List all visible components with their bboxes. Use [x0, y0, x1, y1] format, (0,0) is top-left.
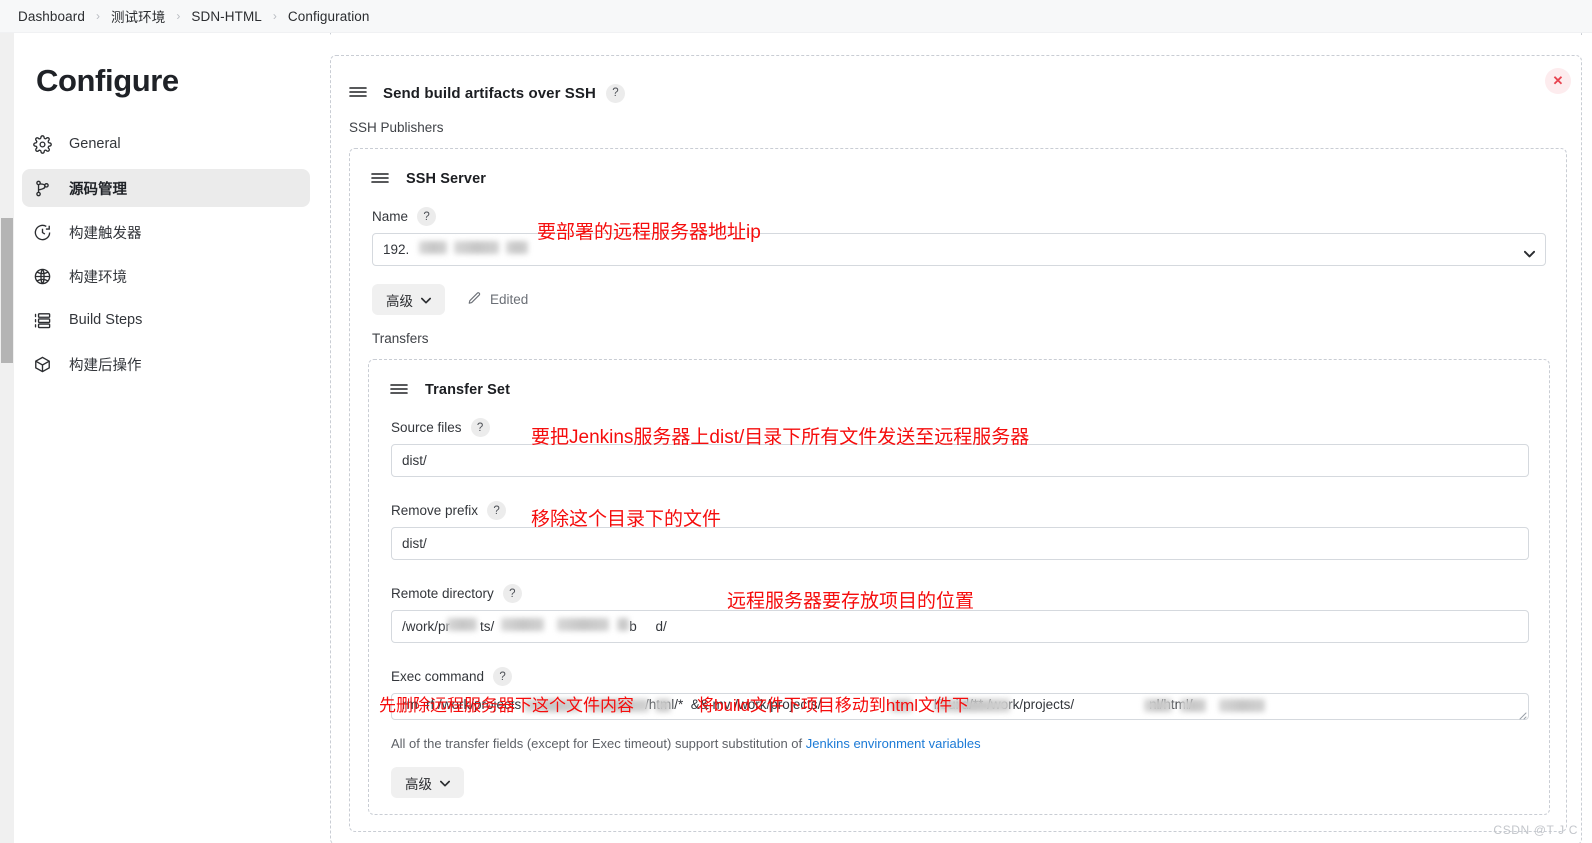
- breadcrumb-separator: ›: [272, 9, 277, 23]
- sidebar-item-label: 构建后操作: [69, 357, 142, 374]
- help-icon[interactable]: ?: [470, 418, 490, 437]
- edited-label: Edited: [490, 292, 529, 307]
- breadcrumb-separator: ›: [176, 9, 181, 23]
- sidebar-item-general[interactable]: General: [22, 125, 310, 163]
- advanced-button[interactable]: 高级: [372, 284, 445, 315]
- breadcrumb-separator: ›: [95, 9, 100, 23]
- sidebar-item-label: 构建触发器: [69, 225, 142, 242]
- transfer-help-text: All of the transfer fields (except for E…: [391, 736, 1549, 751]
- edited-indicator[interactable]: Edited: [467, 291, 528, 309]
- advanced-button-label: 高级: [405, 776, 432, 792]
- source-files-label-row: Source files ?: [391, 418, 1529, 437]
- sidebar-item-label: 构建环境: [69, 269, 127, 286]
- ssh-server-title: SSH Server: [406, 171, 486, 187]
- globe-icon: [33, 265, 59, 287]
- package-icon: [33, 353, 59, 375]
- breadcrumb: Dashboard › 测试环境 › SDN-HTML › Configurat…: [0, 0, 1592, 33]
- list-steps-icon: [33, 309, 59, 331]
- remove-prefix-field-block: Remove prefix ?: [391, 501, 1529, 560]
- watermark: CSDN @T J C: [1493, 823, 1578, 837]
- jenkins-env-vars-link[interactable]: Jenkins environment variables: [806, 736, 981, 751]
- breadcrumb-item-job[interactable]: SDN-HTML: [191, 9, 262, 24]
- main-content: ✕ Send build artifacts over SSH ? SSH Pu…: [324, 33, 1592, 843]
- remove-prefix-input[interactable]: [391, 527, 1529, 560]
- transfer-set-title: Transfer Set: [425, 382, 511, 398]
- name-field-block: Name ? 192.: [372, 207, 1546, 266]
- ssh-server-name-select[interactable]: 192.: [372, 233, 1546, 266]
- help-icon[interactable]: ?: [487, 501, 507, 520]
- remote-directory-field-block: Remote directory ?: [391, 584, 1529, 643]
- sidebar-item-label: General: [69, 136, 121, 152]
- exec-command-label-row: Exec command ?: [391, 667, 1529, 686]
- remove-prefix-label-row: Remove prefix ?: [391, 501, 1529, 520]
- name-label: Name: [372, 209, 409, 224]
- sidebar-item-label: 源码管理: [69, 181, 127, 198]
- previous-panel-edge: [330, 33, 1582, 35]
- page-title: Configure: [36, 63, 179, 98]
- advanced-button-label: 高级: [386, 293, 413, 309]
- close-icon[interactable]: ✕: [1545, 68, 1571, 94]
- breadcrumb-item-configuration[interactable]: Configuration: [288, 9, 370, 24]
- ssh-server-actions: 高级 Edited: [372, 284, 1566, 315]
- transfers-label: Transfers: [372, 331, 429, 346]
- remote-directory-input[interactable]: [391, 610, 1529, 643]
- source-files-input[interactable]: [391, 444, 1529, 477]
- breadcrumb-item-dashboard[interactable]: Dashboard: [18, 9, 85, 24]
- page-scrollbar[interactable]: [0, 33, 14, 843]
- help-icon[interactable]: ?: [417, 207, 437, 226]
- exec-command-field-block: Exec command ? rm -rf /work/projects /ht…: [391, 667, 1529, 720]
- remote-directory-label: Remote directory: [391, 586, 494, 601]
- sidebar-item-build-steps[interactable]: Build Steps: [22, 301, 310, 339]
- help-icon[interactable]: ?: [493, 667, 513, 686]
- exec-command-label: Exec command: [391, 669, 485, 684]
- remote-directory-label-row: Remote directory ?: [391, 584, 1529, 603]
- transfer-set-panel: Transfer Set Source files ? Remove pre: [368, 359, 1550, 815]
- drag-handle-icon[interactable]: [390, 382, 410, 398]
- sidebar-item-source-control[interactable]: 源码管理: [22, 169, 310, 207]
- help-icon[interactable]: ?: [502, 584, 522, 603]
- ssh-server-panel: SSH Server Name ? 192. 高级 Edited Transfe…: [349, 148, 1567, 832]
- sidebar-nav: General 源码管理 构建触发器 构建环境 Build Steps 构建后操…: [14, 125, 324, 383]
- transfer-advanced-button[interactable]: 高级: [391, 767, 464, 798]
- ssh-server-header: SSH Server: [371, 165, 1566, 193]
- chevron-down-icon: [440, 775, 450, 790]
- page-scrollbar-thumb[interactable]: [1, 218, 13, 363]
- name-label-row: Name ?: [372, 207, 1546, 226]
- panel-header: Send build artifacts over SSH ?: [349, 78, 1581, 108]
- configure-page: Dashboard › 测试环境 › SDN-HTML › Configurat…: [0, 0, 1592, 843]
- panel-title: Send build artifacts over SSH: [383, 84, 596, 102]
- remove-prefix-label: Remove prefix: [391, 503, 479, 518]
- sidebar-item-build-triggers[interactable]: 构建触发器: [22, 213, 310, 251]
- clock-icon: [33, 221, 59, 243]
- transfer-set-header: Transfer Set: [390, 376, 1549, 404]
- transfer-help-prefix: All of the transfer fields (except for E…: [391, 736, 806, 751]
- source-branch-icon: [33, 177, 59, 199]
- sidebar: Configure General 源码管理 构建触发器 构建环境 Build …: [14, 33, 324, 843]
- drag-handle-icon[interactable]: [349, 85, 369, 101]
- help-icon[interactable]: ?: [605, 83, 625, 103]
- sidebar-item-post-build-actions[interactable]: 构建后操作: [22, 345, 310, 383]
- gear-icon: [33, 133, 59, 155]
- sidebar-item-label: Build Steps: [69, 312, 143, 328]
- exec-command-textarea[interactable]: rm -rf /work/projects /html/* && mv /wor…: [391, 693, 1529, 720]
- breadcrumb-item-folder[interactable]: 测试环境: [111, 6, 165, 26]
- transfer-set-actions: 高级: [391, 767, 1549, 798]
- name-select-wrap: 192.: [372, 233, 1546, 266]
- source-files-field-block: Source files ?: [391, 418, 1529, 477]
- ssh-publishers-label: SSH Publishers: [349, 120, 444, 135]
- chevron-down-icon: [421, 292, 431, 307]
- source-files-label: Source files: [391, 420, 462, 435]
- ssh-publisher-panel: ✕ Send build artifacts over SSH ? SSH Pu…: [330, 55, 1582, 843]
- exec-command-wrap: rm -rf /work/projects /html/* && mv /wor…: [391, 693, 1529, 720]
- drag-handle-icon[interactable]: [371, 171, 391, 187]
- sidebar-item-build-environment[interactable]: 构建环境: [22, 257, 310, 295]
- pencil-icon: [467, 291, 482, 309]
